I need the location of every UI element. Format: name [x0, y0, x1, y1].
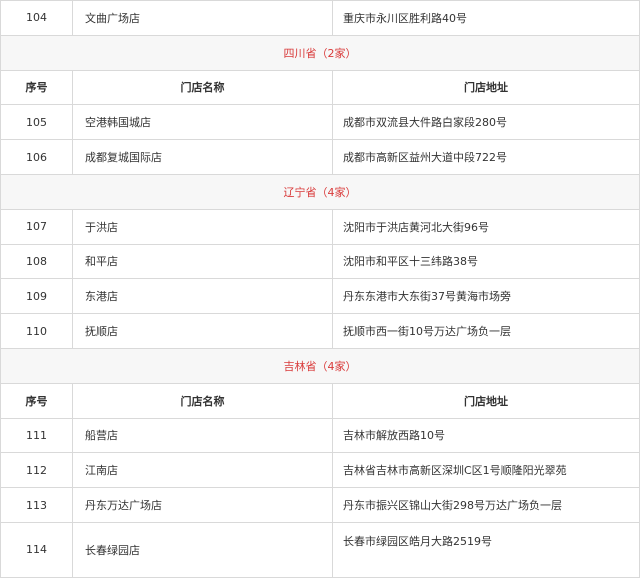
- store-address: 沈阳市于洪店黄河北大街96号: [332, 208, 640, 245]
- store-address: 重庆市永川区胜利路40号: [332, 0, 640, 36]
- store-name: 江南店: [72, 452, 333, 489]
- store-name: 抚顺店: [72, 313, 333, 349]
- table-row: 107 于洪店 沈阳市于洪店黄河北大街96号: [0, 208, 640, 245]
- store-address: 丹东东港市大东街37号黄海市场旁: [332, 278, 640, 315]
- table-row: 114 长春绿园店 长春市绿园区皓月大路2519号: [0, 521, 640, 578]
- store-address: 长春市绿园区皓月大路2519号: [332, 521, 640, 578]
- store-address: 成都市双流县大件路白家段280号: [332, 104, 640, 141]
- column-header-address: 门店地址: [332, 69, 640, 106]
- store-number: 109: [0, 278, 73, 315]
- column-header-number: 序号: [0, 69, 73, 106]
- store-number: 111: [0, 417, 73, 454]
- store-number: 112: [0, 452, 73, 489]
- column-header-name: 门店名称: [72, 382, 333, 419]
- store-number: 108: [0, 243, 73, 280]
- store-address: 成都市高新区益州大道中段722号: [332, 139, 640, 175]
- store-name: 丹东万达广场店: [72, 487, 333, 523]
- store-table: 104 文曲广场店 重庆市永川区胜利路40号 四川省（2家） 序号 门店名称 门…: [0, 0, 640, 578]
- table-row: 111 船营店 吉林市解放西路10号: [0, 417, 640, 454]
- table-row: 110 抚顺店 抚顺市西一街10号万达广场负一层: [0, 313, 640, 349]
- region-title: 四川省（2家）: [0, 34, 640, 71]
- store-address: 沈阳市和平区十三纬路38号: [332, 243, 640, 280]
- store-name: 于洪店: [72, 208, 333, 245]
- store-address: 吉林省吉林市高新区深圳C区1号顺隆阳光翠苑: [332, 452, 640, 489]
- store-address: 丹东市振兴区锦山大街298号万达广场负一层: [332, 487, 640, 523]
- store-number: 113: [0, 487, 73, 523]
- region-title: 辽宁省（4家）: [0, 173, 640, 210]
- store-name: 和平店: [72, 243, 333, 280]
- store-name: 东港店: [72, 278, 333, 315]
- store-number: 110: [0, 313, 73, 349]
- region-title: 吉林省（4家）: [0, 347, 640, 384]
- store-address: 抚顺市西一街10号万达广场负一层: [332, 313, 640, 349]
- store-number: 107: [0, 208, 73, 245]
- table-row: 105 空港韩国城店 成都市双流县大件路白家段280号: [0, 104, 640, 141]
- table-row: 109 东港店 丹东东港市大东街37号黄海市场旁: [0, 278, 640, 315]
- store-number: 104: [0, 0, 73, 36]
- table-row: 113 丹东万达广场店 丹东市振兴区锦山大街298号万达广场负一层: [0, 487, 640, 523]
- column-header-number: 序号: [0, 382, 73, 419]
- store-number: 106: [0, 139, 73, 175]
- store-name: 空港韩国城店: [72, 104, 333, 141]
- store-name: 文曲广场店: [72, 0, 333, 36]
- store-name: 成都复城国际店: [72, 139, 333, 175]
- table-row: 108 和平店 沈阳市和平区十三纬路38号: [0, 243, 640, 280]
- store-name: 长春绿园店: [72, 521, 333, 578]
- table-row: 104 文曲广场店 重庆市永川区胜利路40号: [0, 0, 640, 36]
- table-row: 106 成都复城国际店 成都市高新区益州大道中段722号: [0, 139, 640, 175]
- store-number: 114: [0, 521, 73, 578]
- store-number: 105: [0, 104, 73, 141]
- region-header-jilin: 吉林省（4家）: [0, 347, 640, 384]
- store-address: 吉林市解放西路10号: [332, 417, 640, 454]
- column-header-row: 序号 门店名称 门店地址: [0, 69, 640, 106]
- column-header-name: 门店名称: [72, 69, 333, 106]
- region-header-sichuan: 四川省（2家）: [0, 34, 640, 71]
- table-row: 112 江南店 吉林省吉林市高新区深圳C区1号顺隆阳光翠苑: [0, 452, 640, 489]
- column-header-address: 门店地址: [332, 382, 640, 419]
- region-header-liaoning: 辽宁省（4家）: [0, 173, 640, 210]
- column-header-row: 序号 门店名称 门店地址: [0, 382, 640, 419]
- store-name: 船营店: [72, 417, 333, 454]
